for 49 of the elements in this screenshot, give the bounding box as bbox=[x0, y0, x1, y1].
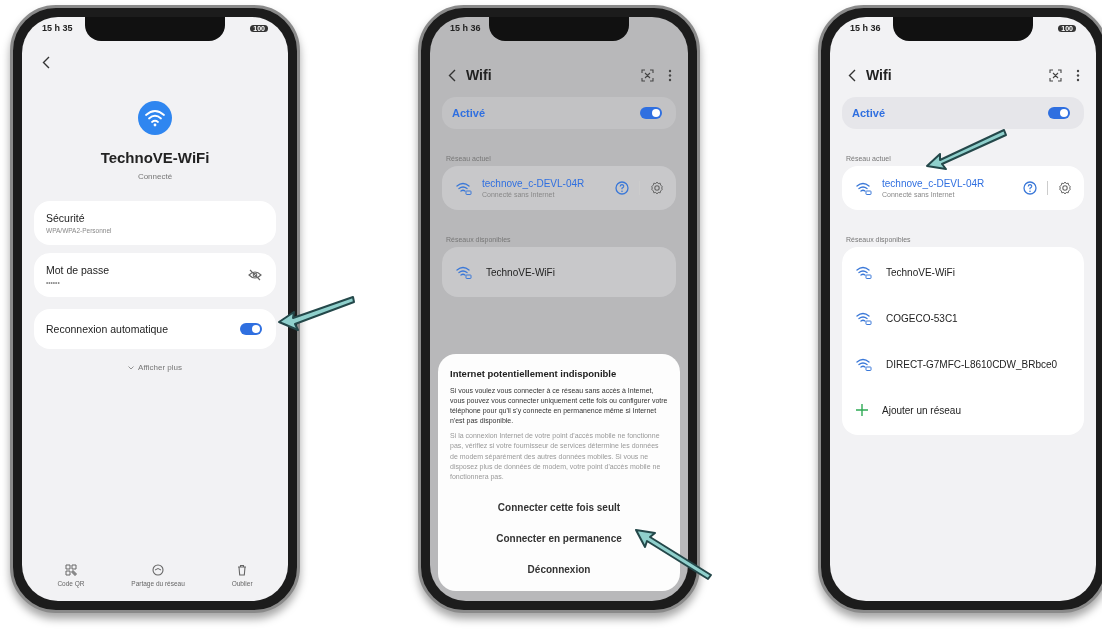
chevron-down-icon bbox=[128, 365, 135, 370]
wifi-lock-icon bbox=[856, 357, 872, 371]
setting-label: Reconnexion automatique bbox=[46, 323, 168, 335]
wifi-lock-icon bbox=[856, 311, 872, 325]
hidden-eye-icon[interactable] bbox=[248, 269, 262, 281]
wifi-lock-icon bbox=[856, 181, 872, 195]
network-row[interactable]: TechnoVE-WiFi bbox=[842, 249, 1084, 295]
dialog-option-button[interactable]: Connecter en permanence bbox=[490, 523, 628, 554]
more-options-icon[interactable] bbox=[668, 68, 672, 82]
share-circle-icon bbox=[152, 564, 165, 576]
toggle-switch[interactable] bbox=[1048, 107, 1070, 119]
settings-icon[interactable] bbox=[1058, 181, 1072, 195]
dialog-option-button[interactable]: Déconnexion bbox=[521, 554, 597, 585]
setting-card[interactable]: Reconnexion automatique bbox=[34, 309, 276, 349]
wifi-icon bbox=[138, 101, 172, 135]
network-row[interactable]: TechnoVE-WiFi bbox=[442, 249, 676, 295]
connection-status: Connecté bbox=[136, 172, 174, 181]
setting-label: Sécurité bbox=[46, 212, 86, 224]
plus-icon bbox=[856, 404, 868, 416]
status-time: 15 h 35 bbox=[42, 23, 73, 33]
network-name: TechnoVE-WiFi bbox=[99, 149, 211, 166]
show-more-link[interactable]: Afficher plus bbox=[34, 363, 276, 372]
dialog-title: Internet potentiellement indisponible bbox=[450, 367, 618, 379]
more-options-icon[interactable] bbox=[1076, 68, 1080, 82]
back-icon[interactable] bbox=[42, 56, 50, 69]
back-icon[interactable] bbox=[848, 68, 856, 82]
status-time: 15 h 36 bbox=[850, 23, 881, 33]
wifi-lock-icon bbox=[856, 265, 872, 279]
qr-code-icon bbox=[64, 564, 77, 576]
settings-icon[interactable] bbox=[650, 181, 664, 195]
toggle-switch[interactable] bbox=[640, 107, 662, 119]
dialog-option-button[interactable]: Connecter cette fois seult bbox=[491, 492, 627, 523]
help-icon[interactable] bbox=[1023, 181, 1037, 195]
wifi-lock-icon bbox=[456, 181, 472, 195]
screen-title: Wifi bbox=[466, 67, 493, 83]
wifi-master-switch[interactable]: Activé bbox=[842, 97, 1084, 129]
toggle-switch[interactable] bbox=[240, 323, 262, 335]
network-row[interactable]: DIRECT-G7MFC-L8610CDW_BRbce0 bbox=[842, 341, 1084, 387]
help-icon[interactable] bbox=[615, 181, 629, 195]
setting-label: Mot de passe bbox=[46, 264, 110, 276]
network-row[interactable]: COGECO-53C1 bbox=[842, 295, 1084, 341]
trash-icon bbox=[236, 564, 249, 576]
screen-title: Wifi bbox=[866, 67, 893, 83]
scan-icon[interactable] bbox=[641, 68, 654, 82]
back-icon[interactable] bbox=[448, 68, 456, 82]
wifi-lock-icon bbox=[456, 265, 472, 279]
scan-icon[interactable] bbox=[1049, 68, 1062, 82]
add-network-row[interactable]: Ajouter un réseau bbox=[842, 387, 1084, 433]
status-time: 15 h 36 bbox=[450, 23, 481, 33]
